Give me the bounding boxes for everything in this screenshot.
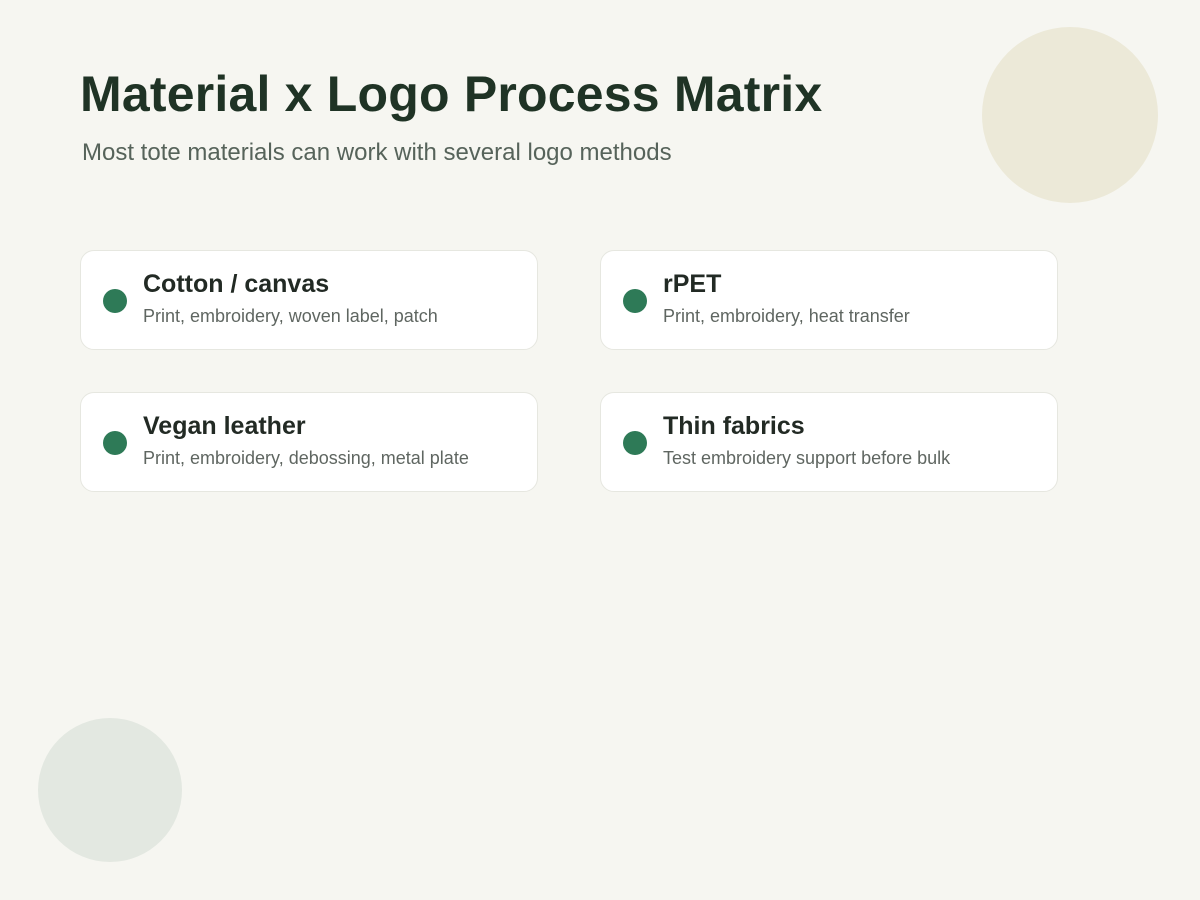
material-card-description: Test embroidery support before bulk xyxy=(663,448,951,468)
material-card-thin-fabrics: Thin fabrics Test embroidery support bef… xyxy=(600,392,1058,492)
material-card-vegan-leather: Vegan leather Print, embroidery, debossi… xyxy=(80,392,538,492)
bullet-dot-icon xyxy=(623,289,647,313)
decorative-circle-bottom xyxy=(38,718,182,862)
material-card-title: Cotton / canvas xyxy=(143,270,330,298)
material-card-rpet: rPET Print, embroidery, heat transfer xyxy=(600,250,1058,350)
material-card-title: Thin fabrics xyxy=(663,412,805,440)
bullet-dot-icon xyxy=(623,431,647,455)
material-card-description: Print, embroidery, woven label, patch xyxy=(143,306,438,326)
material-card-title: rPET xyxy=(663,270,722,298)
bullet-dot-icon xyxy=(103,431,127,455)
page-subtitle: Most tote materials can work with severa… xyxy=(82,139,672,166)
material-card-cotton-canvas: Cotton / canvas Print, embroidery, woven… xyxy=(80,250,538,350)
material-card-description: Print, embroidery, heat transfer xyxy=(663,306,910,326)
bullet-dot-icon xyxy=(103,289,127,313)
material-card-description: Print, embroidery, debossing, metal plat… xyxy=(143,448,469,468)
page-title: Material x Logo Process Matrix xyxy=(80,66,823,122)
material-card-title: Vegan leather xyxy=(143,412,306,440)
decorative-circle-top xyxy=(982,27,1158,203)
